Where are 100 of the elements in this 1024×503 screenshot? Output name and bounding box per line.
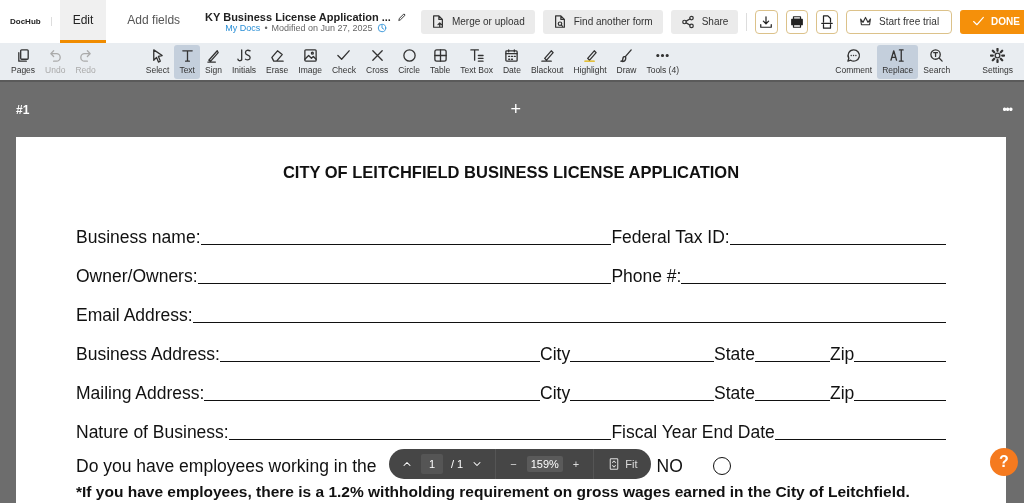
field-label: City: [540, 344, 571, 365]
replace-text-icon: [890, 48, 906, 63]
blackout-marker-icon: [539, 48, 555, 63]
toolbar-button[interactable]: Share: [670, 9, 739, 34]
tool-button[interactable]: Draw: [611, 44, 642, 79]
zoom-in-button[interactable]: +: [570, 458, 582, 470]
field-label: Mailing Address:: [76, 383, 205, 404]
calendar-icon: [504, 48, 520, 63]
page-input[interactable]: 1: [421, 454, 443, 474]
file-plus-icon: [430, 14, 445, 29]
image-icon: [302, 48, 318, 63]
fill-in-line[interactable]: [200, 244, 612, 245]
download-button[interactable]: [755, 9, 778, 34]
fill-in-line[interactable]: [774, 439, 946, 440]
fit-button[interactable]: Fit: [606, 458, 640, 470]
field-label: Nature of Business:: [76, 422, 229, 443]
form-title: CITY OF LEITCHFIELD BUSINESS LICENSE APPLICATION: [281, 163, 741, 182]
tool-button[interactable]: Blackout: [525, 44, 569, 79]
compress-button[interactable]: [815, 9, 839, 34]
toolbar-button[interactable]: Find another form: [542, 9, 663, 34]
circle-icon: [401, 48, 417, 63]
tool-button[interactable]: Table: [424, 44, 456, 79]
file-search-icon: [552, 14, 567, 29]
field-label: Owner/Owners:: [76, 266, 198, 287]
document-title: KY Business License Application ...: [205, 10, 391, 23]
fill-in-line[interactable]: [204, 400, 540, 401]
field-label: Federal Tax ID:: [611, 227, 730, 248]
tab[interactable]: Add fields: [114, 0, 194, 43]
field-label: Fiscal Year End Date: [611, 422, 775, 443]
search-icon: [929, 48, 945, 63]
print-button[interactable]: [785, 9, 808, 34]
note-text: *If you have employees, there is a 1.2% withholding requirement on gross wages earned in the City of Leitchfield.: [76, 483, 911, 501]
field-label: Business Address:: [76, 344, 220, 365]
page-total: / 1: [451, 458, 464, 470]
pen-icon: [206, 48, 221, 63]
tool-button[interactable]: Comment: [830, 44, 878, 79]
zoom-out-button[interactable]: −: [508, 458, 519, 470]
tool-button[interactable]: Settings: [977, 44, 1018, 79]
highlighter-icon: [582, 48, 598, 63]
tool-button[interactable]: Circle: [393, 44, 425, 79]
file-split-icon: [819, 14, 834, 29]
fill-in-line[interactable]: [570, 361, 714, 362]
tool-button[interactable]: Image: [293, 44, 327, 79]
settings-icon: [990, 48, 1006, 63]
fill-in-line[interactable]: [754, 400, 830, 401]
option-label: NO: [656, 455, 683, 477]
cursor-icon: [150, 48, 166, 63]
fill-in-line[interactable]: [681, 283, 946, 284]
undo-icon: [47, 48, 63, 63]
fill-in-line[interactable]: [219, 361, 540, 362]
tool-button[interactable]: Erase: [261, 44, 294, 79]
pages-icon: [15, 48, 31, 63]
crown-icon: [859, 15, 873, 28]
fill-in-line[interactable]: [729, 244, 946, 245]
tool-button[interactable]: Text Box: [455, 44, 498, 79]
field-label: State: [714, 383, 755, 404]
fill-in-line[interactable]: [854, 361, 946, 362]
tool-button[interactable]: Date: [497, 44, 526, 79]
tool-button[interactable]: Select: [140, 44, 175, 79]
fill-in-line[interactable]: [854, 400, 946, 401]
tool-button[interactable]: Initials: [227, 44, 262, 79]
tool-button[interactable]: Highlight: [568, 44, 612, 79]
field-label: Zip: [830, 383, 855, 404]
tool-button[interactable]: Pages: [6, 44, 41, 79]
check-icon: [336, 48, 352, 63]
modified-date: Modified on Jun 27, 2025: [271, 22, 373, 33]
initials-icon: [236, 48, 252, 63]
check-icon: [972, 15, 986, 28]
cross-icon: [369, 48, 385, 63]
field-label: Phone #:: [611, 266, 682, 287]
fill-in-line[interactable]: [570, 400, 714, 401]
more-button[interactable]: •••: [1002, 102, 1012, 117]
text-icon: [179, 48, 195, 63]
question-text: Do you have employees working in the: [76, 455, 377, 477]
share-icon: [680, 14, 695, 29]
comment-icon: [846, 48, 862, 63]
logo[interactable]: DocHub: [10, 17, 52, 26]
fill-in-line[interactable]: [197, 283, 612, 284]
table-icon: [432, 48, 448, 63]
fill-in-line[interactable]: [754, 361, 830, 362]
trial-button[interactable]: Start free trial: [846, 9, 953, 34]
redo-icon: [78, 48, 94, 63]
tool-button[interactable]: Search: [918, 44, 956, 79]
toolbar-button[interactable]: Merge or upload: [420, 9, 535, 34]
add-page-button[interactable]: +: [510, 99, 522, 120]
separator-dot: •: [264, 22, 268, 33]
fill-in-line[interactable]: [228, 439, 612, 440]
tab[interactable]: Edit: [59, 0, 107, 43]
tool-button[interactable]: Check: [326, 44, 362, 79]
tool-button[interactable]: Cross: [361, 44, 394, 79]
eraser-icon: [269, 48, 285, 63]
fit-page-icon: [608, 458, 621, 470]
clock-icon: [376, 22, 387, 33]
download-icon: [759, 14, 774, 29]
tool-button[interactable]: Sign: [200, 44, 227, 79]
fill-in-line[interactable]: [192, 322, 946, 323]
tool-button[interactable]: Text: [174, 44, 200, 79]
tool-button[interactable]: Tools (4): [641, 44, 684, 79]
tool-button[interactable]: Replace: [877, 44, 919, 79]
folder-link[interactable]: My Docs: [225, 22, 261, 33]
